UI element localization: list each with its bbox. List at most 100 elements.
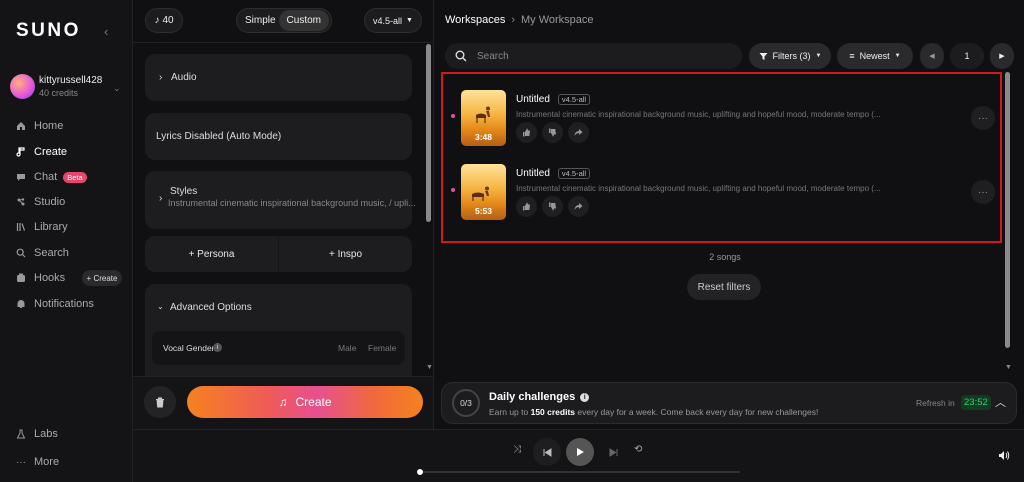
song-duration: 3:48 — [474, 132, 492, 142]
prev-page-button[interactable]: ◀ — [920, 43, 944, 69]
suno-logo[interactable]: SUNO — [16, 20, 81, 42]
repeat-button[interactable]: ⟲ — [634, 444, 642, 455]
share-button[interactable] — [568, 122, 589, 143]
sort-button[interactable]: ≡ Newest ▼ — [837, 43, 913, 69]
caret-left-icon: ◀ — [929, 53, 935, 60]
sidebar-item-label: Studio — [34, 196, 66, 208]
breadcrumb-workspaces[interactable]: Workspaces — [445, 14, 505, 26]
flask-icon — [16, 429, 26, 439]
dislike-button[interactable] — [542, 122, 563, 143]
username[interactable]: kittyrussell428 — [39, 75, 102, 86]
model-select[interactable]: v4.5-all ▼ — [364, 8, 422, 33]
sidebar-item-studio[interactable]: Studio — [16, 194, 65, 210]
song-description: Instrumental cinematic inspirational bac… — [516, 184, 881, 193]
workspace-scrollbar[interactable] — [1005, 72, 1010, 348]
progress-knob[interactable] — [417, 469, 423, 475]
more-options-button[interactable]: ··· — [971, 180, 995, 204]
share-button[interactable] — [568, 196, 589, 217]
vocal-female-option[interactable]: Female — [368, 343, 396, 353]
song-cover-image[interactable]: 3:48 — [461, 90, 506, 146]
chevron-right-icon: › — [159, 72, 163, 83]
styles-value: Instrumental cinematic inspirational bac… — [168, 198, 416, 208]
chevron-down-icon[interactable]: ⌄ — [113, 83, 121, 94]
page-number-input[interactable]: 1 — [950, 43, 984, 69]
volume-icon — [999, 451, 1010, 460]
song-title[interactable]: Untitled — [516, 168, 550, 179]
vocal-gender-row: Vocal Gender i Male Female — [152, 331, 405, 365]
new-indicator-dot — [451, 188, 455, 192]
filters-button[interactable]: Filters (3) ▼ — [749, 43, 831, 69]
audio-section[interactable]: › Audio — [145, 54, 412, 101]
create-icon — [16, 147, 26, 157]
advanced-options-label[interactable]: Advanced Options — [170, 302, 252, 313]
sidebar-item-hooks[interactable]: Hooks — [16, 270, 65, 286]
search-input[interactable]: Search — [445, 43, 742, 69]
shuffle-icon: ⤨ — [513, 444, 521, 455]
desc-text: Earn up to — [489, 407, 531, 417]
daily-challenges-banner[interactable]: 0/3 Daily challenges i Earn up to 150 cr… — [441, 382, 1017, 424]
persona-button[interactable]: + Persona — [145, 236, 279, 272]
song-cover-image[interactable]: 5:53 — [461, 164, 506, 220]
chevron-right-icon: › — [159, 193, 163, 204]
share-icon — [574, 129, 583, 136]
breadcrumb: Workspaces › My Workspace — [445, 14, 594, 26]
sidebar-item-notifications[interactable]: Notifications — [16, 296, 94, 312]
search-placeholder: Search — [477, 50, 509, 62]
scroll-down-arrow-icon[interactable]: ▼ — [1005, 364, 1012, 371]
song-title[interactable]: Untitled — [516, 94, 550, 105]
breadcrumb-current: My Workspace — [521, 14, 594, 26]
refresh-timer: 23:52 — [961, 395, 991, 410]
chevron-down-icon[interactable]: ⌄ — [157, 302, 164, 311]
repeat-icon: ⟲ — [634, 444, 643, 455]
reset-filters-button[interactable]: Reset filters — [687, 274, 761, 300]
home-icon — [16, 121, 26, 131]
more-options-button[interactable]: ··· — [971, 106, 995, 130]
sidebar-item-search[interactable]: Search — [16, 245, 69, 261]
clear-button[interactable] — [144, 386, 176, 418]
styles-label: Styles — [170, 186, 198, 197]
scroll-down-arrow-icon[interactable]: ▼ — [426, 364, 433, 371]
like-button[interactable] — [516, 196, 537, 217]
refresh-label: Refresh in — [916, 398, 955, 408]
vocal-male-option[interactable]: Male — [338, 343, 356, 353]
like-button[interactable] — [516, 122, 537, 143]
sidebar-item-chat[interactable]: Chat Beta — [16, 169, 87, 185]
volume-button[interactable] — [998, 450, 1010, 461]
song-row[interactable]: 3:48 Untitled v4.5-all Instrumental cine… — [447, 80, 995, 152]
skip-back-icon — [543, 447, 551, 457]
beta-badge: Beta — [63, 171, 87, 183]
chevron-up-icon[interactable]: ︿ — [995, 394, 1006, 410]
desc-credits: 150 credits — [530, 407, 576, 417]
shuffle-button[interactable]: ⤨ — [513, 444, 521, 455]
play-button[interactable] — [566, 438, 594, 466]
credits-pill[interactable]: ♪ 40 — [145, 8, 183, 33]
tab-simple[interactable]: Simple — [245, 15, 276, 26]
tab-custom[interactable]: Custom — [278, 10, 329, 31]
sidebar-item-create[interactable]: Create — [16, 144, 67, 160]
sidebar-item-labs[interactable]: Labs — [16, 426, 58, 442]
sidebar-item-more[interactable]: ··· More — [16, 454, 59, 470]
collapse-sidebar-icon[interactable]: ‹ — [104, 24, 108, 39]
sidebar-item-label: Home — [34, 120, 64, 132]
next-button[interactable] — [599, 438, 627, 466]
previous-button[interactable] — [533, 438, 561, 466]
next-page-button[interactable]: ▶ — [990, 43, 1014, 69]
song-count: 2 songs — [709, 252, 741, 262]
progress-track[interactable] — [417, 469, 740, 475]
avatar[interactable] — [10, 74, 35, 99]
more-icon: ··· — [978, 112, 988, 124]
sidebar-item-home[interactable]: Home — [16, 118, 63, 134]
create-button[interactable]: ♫ Create — [187, 386, 423, 418]
lyrics-section[interactable]: Lyrics Disabled (Auto Mode) — [145, 113, 412, 160]
hooks-create-button[interactable]: + Create — [82, 270, 122, 286]
styles-section[interactable]: › Styles Instrumental cinematic inspirat… — [145, 171, 416, 229]
create-panel-scrollbar[interactable] — [426, 44, 431, 222]
info-icon[interactable]: i — [213, 343, 222, 352]
inspo-button[interactable]: + Inspo — [279, 236, 412, 272]
info-icon[interactable]: i — [580, 392, 590, 402]
sidebar-item-library[interactable]: Library — [16, 219, 68, 235]
vocal-gender-label: Vocal Gender — [163, 343, 215, 353]
library-icon — [16, 222, 26, 232]
song-row[interactable]: 5:53 Untitled v4.5-all Instrumental cine… — [447, 154, 995, 226]
dislike-button[interactable] — [542, 196, 563, 217]
